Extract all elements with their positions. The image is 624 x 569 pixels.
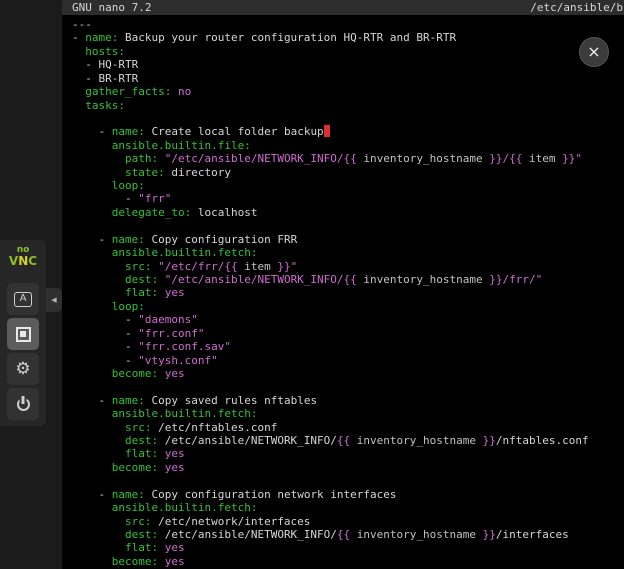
nano-titlebar: GNU nano 7.2 /etc/ansible/b — [62, 0, 624, 15]
editor-line: become: yes — [72, 555, 624, 568]
editor-line: - BR-RTR — [72, 72, 624, 85]
gear-icon: ⚙ — [15, 361, 30, 378]
editor-line: - name: Copy configuration network inter… — [72, 488, 624, 501]
editor-line: - name: Copy configuration FRR — [72, 233, 624, 246]
editor-line: - "frr.conf.sav" — [72, 340, 624, 353]
editor-line: - name: Create local folder backup — [72, 125, 624, 138]
editor-line: - HQ-RTR — [72, 58, 624, 71]
editor-line: ansible.builtin.fetch: — [72, 407, 624, 420]
editor-line: --- — [72, 18, 624, 31]
keyboard-toggle-button[interactable]: A — [7, 283, 39, 315]
editor-line: flat: yes — [72, 447, 624, 460]
editor-line: path: "/etc/ansible/NETWORK_INFO/{{ inve… — [72, 152, 624, 165]
editor-line — [72, 112, 624, 125]
editor-line: - name: Backup your router configuration… — [72, 31, 624, 44]
editor-line: become: yes — [72, 367, 624, 380]
editor-line: - "frr" — [72, 192, 624, 205]
editor-line: dest: "/etc/ansible/NETWORK_INFO/{{ inve… — [72, 273, 624, 286]
editor-line: loop: — [72, 179, 624, 192]
editor-line: dest: /etc/ansible/NETWORK_INFO/{{ inven… — [72, 434, 624, 447]
editor-line: dest: /etc/ansible/NETWORK_INFO/{{ inven… — [72, 528, 624, 541]
editor-line: hosts: — [72, 45, 624, 58]
editor-line: flat: yes — [72, 541, 624, 554]
editor-line — [72, 474, 624, 487]
editor-line: ansible.builtin.fetch: — [72, 246, 624, 259]
nano-version-label: GNU nano 7.2 — [72, 0, 151, 15]
editor-line: loop: — [72, 300, 624, 313]
terminal-window: GNU nano 7.2 /etc/ansible/b ---- name: B… — [62, 0, 624, 569]
editor-line — [72, 380, 624, 393]
novnc-logo: no VNC — [0, 240, 46, 268]
editor-line: src: "/etc/frr/{{ item }}" — [72, 260, 624, 273]
chevron-left-icon: ◀ — [51, 296, 56, 304]
editor-content[interactable]: ---- name: Backup your router configurat… — [62, 15, 624, 568]
power-icon — [16, 397, 31, 412]
editor-line: src: /etc/nftables.conf — [72, 421, 624, 434]
editor-line: state: directory — [72, 166, 624, 179]
vnc-control-panel: no VNC A ⚙ — [0, 240, 46, 426]
screen: no VNC A ⚙ ◀ GNU nano 7.2 /etc/ansible/b — [0, 0, 624, 569]
editor-line: src: /etc/network/interfaces — [72, 515, 624, 528]
power-button[interactable] — [7, 388, 39, 420]
editor-line: - "frr.conf" — [72, 327, 624, 340]
editor-line: ansible.builtin.file: — [72, 139, 624, 152]
editor-line: gather_facts: no — [72, 85, 624, 98]
vnc-sidebar: no VNC A ⚙ ◀ — [0, 0, 62, 569]
text-cursor — [324, 125, 331, 137]
editor-line: - name: Copy saved rules nftables — [72, 394, 624, 407]
fullscreen-toggle-button[interactable] — [7, 318, 39, 350]
close-button[interactable]: × — [579, 37, 609, 67]
editor-line: - "daemons" — [72, 313, 624, 326]
editor-line: delegate_to: localhost — [72, 206, 624, 219]
novnc-logo-vnc: VNC — [0, 255, 46, 268]
letter-a-key-icon: A — [14, 292, 32, 307]
editor-line: tasks: — [72, 99, 624, 112]
nano-file-path: /etc/ansible/b — [530, 0, 623, 15]
editor-line: - "vtysh.conf" — [72, 354, 624, 367]
editor-line: become: yes — [72, 461, 624, 474]
editor-line: ansible.builtin.fetch: — [72, 501, 624, 514]
editor-line — [72, 219, 624, 232]
settings-button[interactable]: ⚙ — [7, 353, 39, 385]
square-in-square-icon — [16, 327, 31, 342]
sidebar-collapse-handle[interactable]: ◀ — [46, 288, 62, 312]
editor-line: flat: yes — [72, 286, 624, 299]
